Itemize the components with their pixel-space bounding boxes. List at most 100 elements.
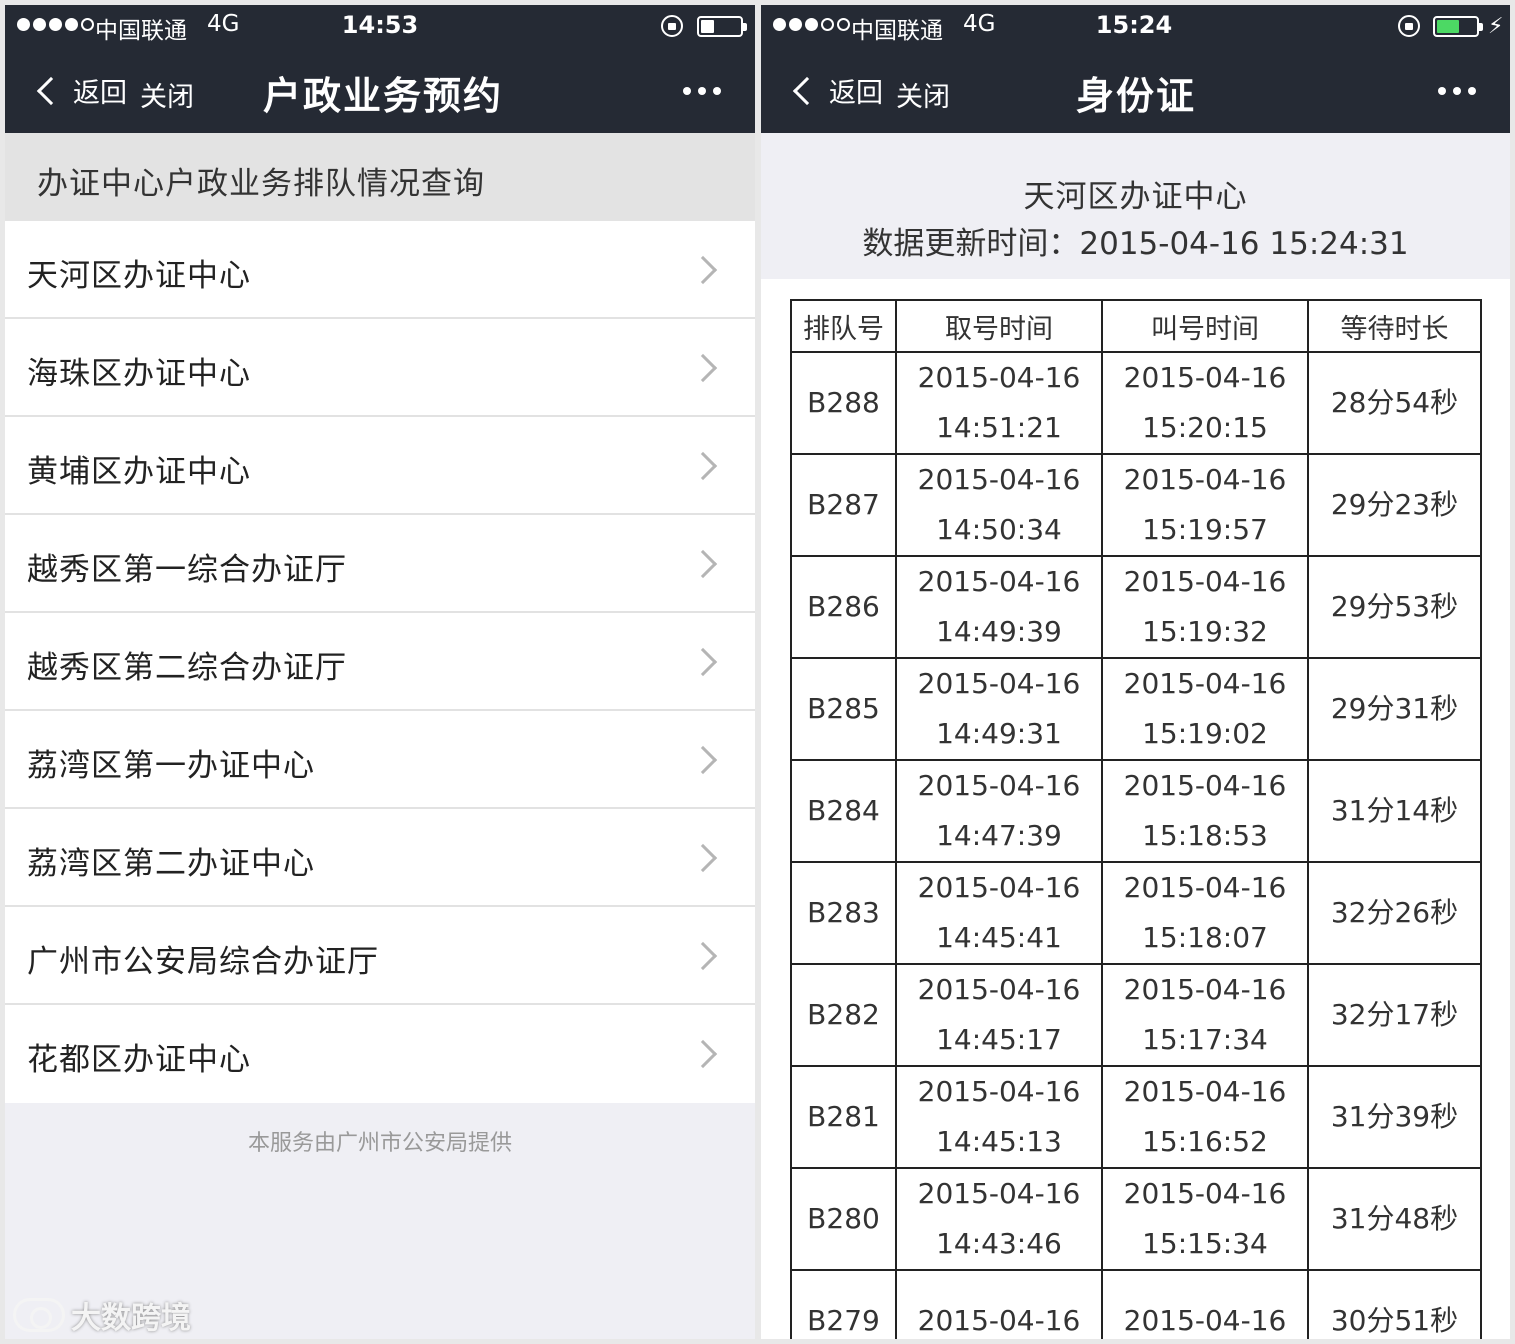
take-time: 14:49:31 (936, 717, 1062, 750)
rotation-lock-icon (1398, 15, 1420, 37)
take-datetime: 2015-04-16 14:45:41 (895, 861, 1103, 965)
list-item[interactable]: 荔湾区第二办证中心 (5, 809, 755, 907)
close-button[interactable]: 关闭 (140, 75, 194, 114)
close-button[interactable]: 关闭 (896, 75, 950, 114)
take-datetime: 2015-04-16 14:43:46 (895, 1167, 1103, 1271)
call-datetime: 2015-04-16 15:20:15 (1101, 351, 1309, 455)
list-item[interactable]: 越秀区第一综合办证厅 (5, 515, 755, 613)
header-queue-number: 排队号 (790, 299, 897, 353)
take-date: 2015-04-16 (917, 463, 1081, 496)
wait-duration: 32分26秒 (1307, 861, 1482, 965)
list-item[interactable]: 海珠区办证中心 (5, 319, 755, 417)
list-item[interactable]: 荔湾区第一办证中心 (5, 711, 755, 809)
right-screen: 中国联通 4G 15:24 ⚡ 返回 关闭 身份证 天河区办证中心 数据更新时间… (761, 5, 1510, 1339)
left-screen: 中国联通 4G 14:53 返回 关闭 户政业务预约 办证中心户政业务排队情况查… (5, 5, 755, 1339)
signal-dot (49, 18, 62, 31)
top-bar: 中国联通 4G 14:53 返回 关闭 户政业务预约 (5, 5, 755, 133)
queue-number: B283 (790, 861, 897, 965)
take-date: 2015-04-16 (917, 871, 1081, 904)
section-header-text: 办证中心户政业务排队情况查询 (37, 166, 485, 202)
take-datetime: 2015-04-16 14:50:34 (895, 453, 1103, 557)
more-dot-icon (683, 87, 691, 95)
page-title: 户政业务预约 (263, 74, 504, 118)
signal-dot (17, 18, 30, 31)
battery-icon (697, 16, 747, 37)
more-menu-button[interactable] (683, 87, 721, 95)
queue-number: B284 (790, 759, 897, 863)
call-datetime: 2015-04-16 15:16:52 (1101, 1065, 1309, 1169)
call-datetime: 2015-04-16 15:17:34 (1101, 963, 1309, 1067)
list-item-label: 天河区办证中心 (27, 258, 251, 294)
call-datetime: 2015-04-16 (1101, 1269, 1309, 1339)
battery-fill (701, 20, 714, 33)
take-time: 14:43:46 (936, 1227, 1062, 1260)
list-item-label: 广州市公安局综合办证厅 (27, 944, 379, 980)
wait-duration: 28分54秒 (1307, 351, 1482, 455)
table-row: B281 2015-04-16 14:45:13 2015-04-16 15:16:52… (790, 1065, 1482, 1169)
table-row: B280 2015-04-16 14:43:46 2015-04-16 15:15:34… (790, 1167, 1482, 1271)
take-date: 2015-04-16 (917, 973, 1081, 1006)
more-dot-icon (1453, 87, 1461, 95)
call-time: 15:19:57 (1142, 513, 1268, 546)
watermark-logo-icon (13, 1298, 65, 1332)
more-dot-icon (698, 87, 706, 95)
take-time: 14:51:21 (936, 411, 1062, 444)
charging-bolt-icon: ⚡ (1488, 14, 1504, 39)
queue-number: B281 (790, 1065, 897, 1169)
signal-dot (837, 18, 850, 31)
queue-number: B287 (790, 453, 897, 557)
chevron-right-icon (688, 843, 718, 873)
call-date: 2015-04-16 (1123, 973, 1287, 1006)
call-date: 2015-04-16 (1123, 871, 1287, 904)
list-item[interactable]: 天河区办证中心 (5, 221, 755, 319)
signal-dot (33, 18, 46, 31)
chevron-left-icon (36, 76, 66, 105)
back-label: 返回 (829, 78, 883, 109)
queue-number: B286 (790, 555, 897, 659)
call-date: 2015-04-16 (1123, 667, 1287, 700)
take-datetime: 2015-04-16 (895, 1269, 1103, 1339)
section-header: 办证中心户政业务排队情况查询 (5, 133, 755, 221)
queue-number: B285 (790, 657, 897, 761)
back-button[interactable]: 返回 (33, 71, 127, 110)
list-item-label: 荔湾区第二办证中心 (27, 846, 315, 882)
take-time: 14:47:39 (936, 819, 1062, 852)
network-type: 4G (207, 11, 240, 37)
back-button[interactable]: 返回 (789, 71, 883, 110)
wait-duration: 31分39秒 (1307, 1065, 1482, 1169)
more-menu-button[interactable] (1438, 87, 1476, 95)
call-date: 2015-04-16 (1123, 1075, 1287, 1108)
call-time: 15:19:02 (1142, 717, 1268, 750)
chevron-right-icon (688, 745, 718, 775)
list-item[interactable]: 越秀区第二综合办证厅 (5, 613, 755, 711)
take-time: 14:45:17 (936, 1023, 1062, 1056)
take-time: 14:49:39 (936, 615, 1062, 648)
chevron-left-icon (792, 76, 822, 105)
take-date: 2015-04-16 (917, 565, 1081, 598)
status-time: 15:24 (1095, 11, 1173, 39)
list-item[interactable]: 花都区办证中心 (5, 1005, 755, 1103)
take-time: 14:50:34 (936, 513, 1062, 546)
queue-number: B279 (790, 1269, 897, 1339)
list-item[interactable]: 广州市公安局综合办证厅 (5, 907, 755, 1005)
call-date: 2015-04-16 (1123, 361, 1287, 394)
list-item-label: 黄埔区办证中心 (27, 454, 251, 490)
list-item[interactable]: 黄埔区办证中心 (5, 417, 755, 515)
list-item-label: 海珠区办证中心 (27, 356, 251, 392)
table-row: B288 2015-04-16 14:51:21 2015-04-16 15:20:15… (790, 351, 1482, 455)
center-info: 天河区办证中心 数据更新时间：2015-04-16 15:24:31 (761, 133, 1510, 279)
call-date: 2015-04-16 (1123, 769, 1287, 802)
take-datetime: 2015-04-16 14:45:17 (895, 963, 1103, 1067)
take-datetime: 2015-04-16 14:45:13 (895, 1065, 1103, 1169)
take-datetime: 2015-04-16 14:51:21 (895, 351, 1103, 455)
signal-strength-icon (773, 18, 850, 31)
take-date: 2015-04-16 (917, 1075, 1081, 1108)
signal-dot (81, 18, 94, 31)
table-row: B286 2015-04-16 14:49:39 2015-04-16 15:19:32… (790, 555, 1482, 659)
more-dot-icon (1468, 87, 1476, 95)
chevron-right-icon (688, 549, 718, 579)
chevron-right-icon (688, 647, 718, 677)
wait-duration: 32分17秒 (1307, 963, 1482, 1067)
take-datetime: 2015-04-16 14:47:39 (895, 759, 1103, 863)
call-time: 15:16:52 (1142, 1125, 1268, 1158)
